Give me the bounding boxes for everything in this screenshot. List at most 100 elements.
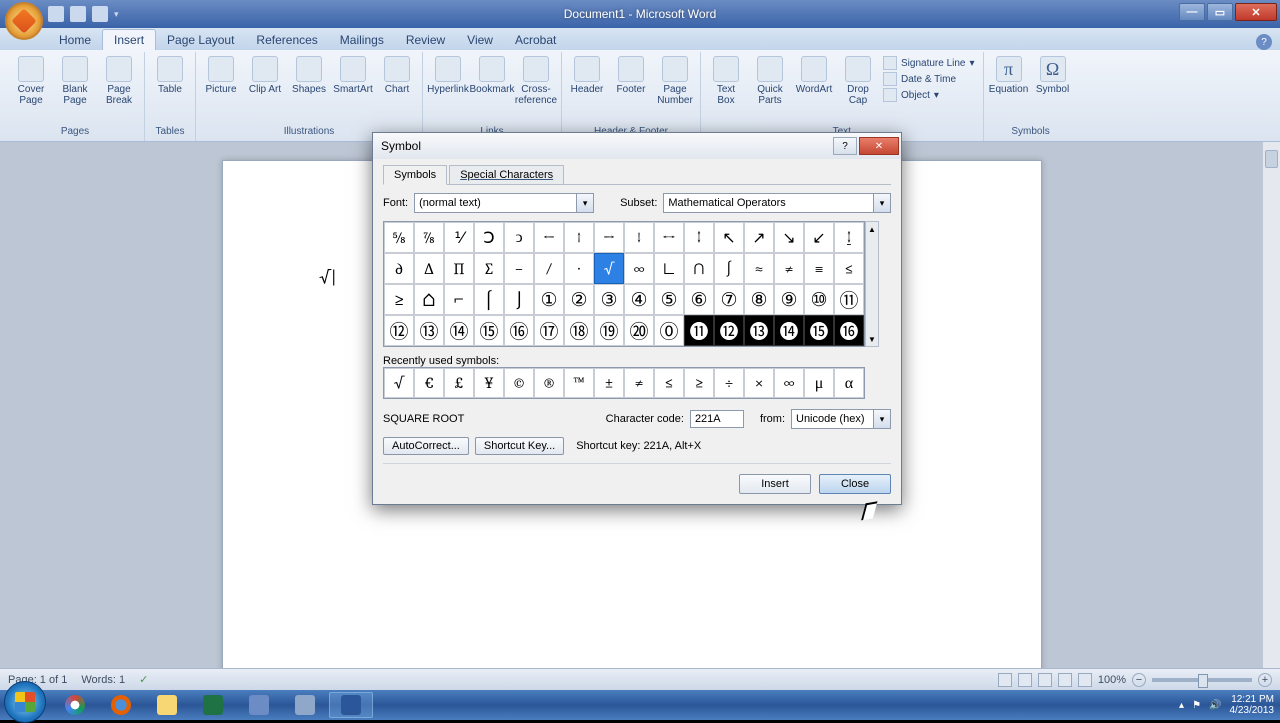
symbol-cell[interactable]: ⑫ [384, 315, 414, 346]
table-button[interactable]: Table [149, 54, 191, 97]
tray-clock[interactable]: 12:21 PM4/23/2013 [1230, 694, 1275, 716]
smartart-button[interactable]: SmartArt [332, 54, 374, 97]
page-number-button[interactable]: Page Number [654, 54, 696, 108]
symbol-cell[interactable]: ⑳ [624, 315, 654, 346]
maximize-button[interactable]: ▭ [1207, 3, 1233, 21]
symbol-cell[interactable]: ⑬ [414, 315, 444, 346]
symbol-cell[interactable]: ⓰ [834, 315, 864, 346]
tab-symbols[interactable]: Symbols [383, 165, 447, 185]
symbol-cell[interactable]: ⑱ [564, 315, 594, 346]
recent-symbol-cell[interactable]: £ [444, 368, 474, 398]
symbol-cell[interactable]: ③ [594, 284, 624, 315]
blank-page-button[interactable]: Blank Page [54, 54, 96, 108]
chart-button[interactable]: Chart [376, 54, 418, 97]
symbol-cell[interactable]: ↄ [504, 222, 534, 253]
dialog-help-button[interactable]: ? [833, 137, 857, 155]
help-icon[interactable]: ? [1256, 34, 1272, 50]
zoom-percent[interactable]: 100% [1098, 674, 1126, 686]
subset-select[interactable]: Mathematical Operators [663, 193, 891, 213]
symbol-cell[interactable]: ⓬ [714, 315, 744, 346]
symbol-cell[interactable]: ② [564, 284, 594, 315]
tray-expand-icon[interactable]: ▴ [1179, 700, 1184, 711]
symbol-cell[interactable]: ⌠ [474, 284, 504, 315]
view-print-layout-icon[interactable] [998, 673, 1012, 687]
save-icon[interactable] [48, 6, 64, 22]
symbol-cell[interactable]: ⑰ [534, 315, 564, 346]
tab-home[interactable]: Home [48, 30, 102, 50]
tab-review[interactable]: Review [395, 30, 456, 50]
picture-button[interactable]: Picture [200, 54, 242, 97]
drop-cap-button[interactable]: Drop Cap [837, 54, 879, 108]
tab-special-characters[interactable]: Special Characters [449, 165, 564, 185]
symbol-cell[interactable]: ↘ [774, 222, 804, 253]
symbol-cell[interactable]: → [594, 222, 624, 253]
symbol-cell[interactable]: ⓯ [804, 315, 834, 346]
tab-view[interactable]: View [456, 30, 504, 50]
quick-parts-button[interactable]: Quick Parts [749, 54, 791, 108]
page-break-button[interactable]: Page Break [98, 54, 140, 108]
tab-references[interactable]: References [245, 30, 328, 50]
from-select[interactable]: Unicode (hex) [791, 409, 891, 429]
footer-button[interactable]: Footer [610, 54, 652, 108]
symbol-cell[interactable]: ∙ [564, 253, 594, 284]
symbol-cell[interactable]: ↕ [684, 222, 714, 253]
tab-mailings[interactable]: Mailings [329, 30, 395, 50]
font-select[interactable]: (normal text) [414, 193, 594, 213]
zoom-slider[interactable] [1152, 678, 1252, 682]
symbol-cell[interactable]: ⑭ [444, 315, 474, 346]
symbol-cell[interactable]: ≡ [804, 253, 834, 284]
clip-art-button[interactable]: Clip Art [244, 54, 286, 97]
symbol-cell[interactable]: ≈ [744, 253, 774, 284]
wordart-button[interactable]: WordArt [793, 54, 835, 108]
symbol-cell[interactable]: ↑ [564, 222, 594, 253]
redo-icon[interactable] [92, 6, 108, 22]
symbol-cell[interactable]: ⓭ [744, 315, 774, 346]
cross-reference-button[interactable]: Cross-reference [515, 54, 557, 108]
recent-symbol-cell[interactable]: ≠ [624, 368, 654, 398]
symbol-cell[interactable]: ⑤ [654, 284, 684, 315]
spell-check-icon[interactable]: ✓ [139, 673, 148, 686]
signature-line-button[interactable]: Signature Line ▾ [883, 56, 975, 70]
symbol-cell[interactable]: ⅞ [414, 222, 444, 253]
view-outline-icon[interactable] [1058, 673, 1072, 687]
header-button[interactable]: Header [566, 54, 608, 108]
recent-symbol-cell[interactable]: ¥ [474, 368, 504, 398]
recent-symbol-cell[interactable]: α [834, 368, 864, 398]
taskbar-explorer[interactable] [145, 692, 189, 718]
symbol-cell[interactable]: ≠ [774, 253, 804, 284]
zoom-out-button[interactable]: − [1132, 673, 1146, 687]
hyperlink-button[interactable]: Hyperlink [427, 54, 469, 108]
symbol-cell[interactable]: ⌂ [414, 284, 444, 315]
symbol-cell[interactable]: ⑲ [594, 315, 624, 346]
symbol-cell[interactable]: ⓮ [774, 315, 804, 346]
zoom-in-button[interactable]: + [1258, 673, 1272, 687]
symbol-cell[interactable]: ↨ [834, 222, 864, 253]
scroll-up-icon[interactable]: ▲ [866, 222, 878, 236]
view-web-layout-icon[interactable] [1038, 673, 1052, 687]
recent-symbol-cell[interactable]: ± [594, 368, 624, 398]
symbol-cell[interactable]: ⓫ [684, 315, 714, 346]
office-button[interactable] [5, 2, 43, 40]
symbol-cell[interactable]: √ [594, 253, 624, 284]
tab-page-layout[interactable]: Page Layout [156, 30, 245, 50]
vertical-scrollbar[interactable] [1262, 142, 1280, 668]
status-words[interactable]: Words: 1 [81, 674, 125, 686]
recent-symbol-cell[interactable]: ÷ [714, 368, 744, 398]
object-button[interactable]: Object ▾ [883, 88, 975, 102]
bookmark-button[interactable]: Bookmark [471, 54, 513, 108]
tab-insert[interactable]: Insert [102, 29, 156, 50]
date-time-button[interactable]: Date & Time [883, 72, 975, 86]
taskbar-app2[interactable] [283, 692, 327, 718]
symbol-cell[interactable]: ∕ [534, 253, 564, 284]
network-icon[interactable]: ⚑ [1192, 700, 1201, 711]
recent-symbol-cell[interactable]: ™ [564, 368, 594, 398]
dialog-titlebar[interactable]: Symbol ? ✕ [373, 133, 901, 159]
symbol-cell[interactable]: ← [534, 222, 564, 253]
recent-symbol-cell[interactable]: ≤ [654, 368, 684, 398]
taskbar-word[interactable] [329, 692, 373, 718]
insert-button[interactable]: Insert [739, 474, 811, 494]
recent-symbol-cell[interactable]: € [414, 368, 444, 398]
qat-dropdown-icon[interactable]: ▾ [114, 9, 119, 20]
view-draft-icon[interactable] [1078, 673, 1092, 687]
symbol-cell[interactable]: ⅝ [384, 222, 414, 253]
